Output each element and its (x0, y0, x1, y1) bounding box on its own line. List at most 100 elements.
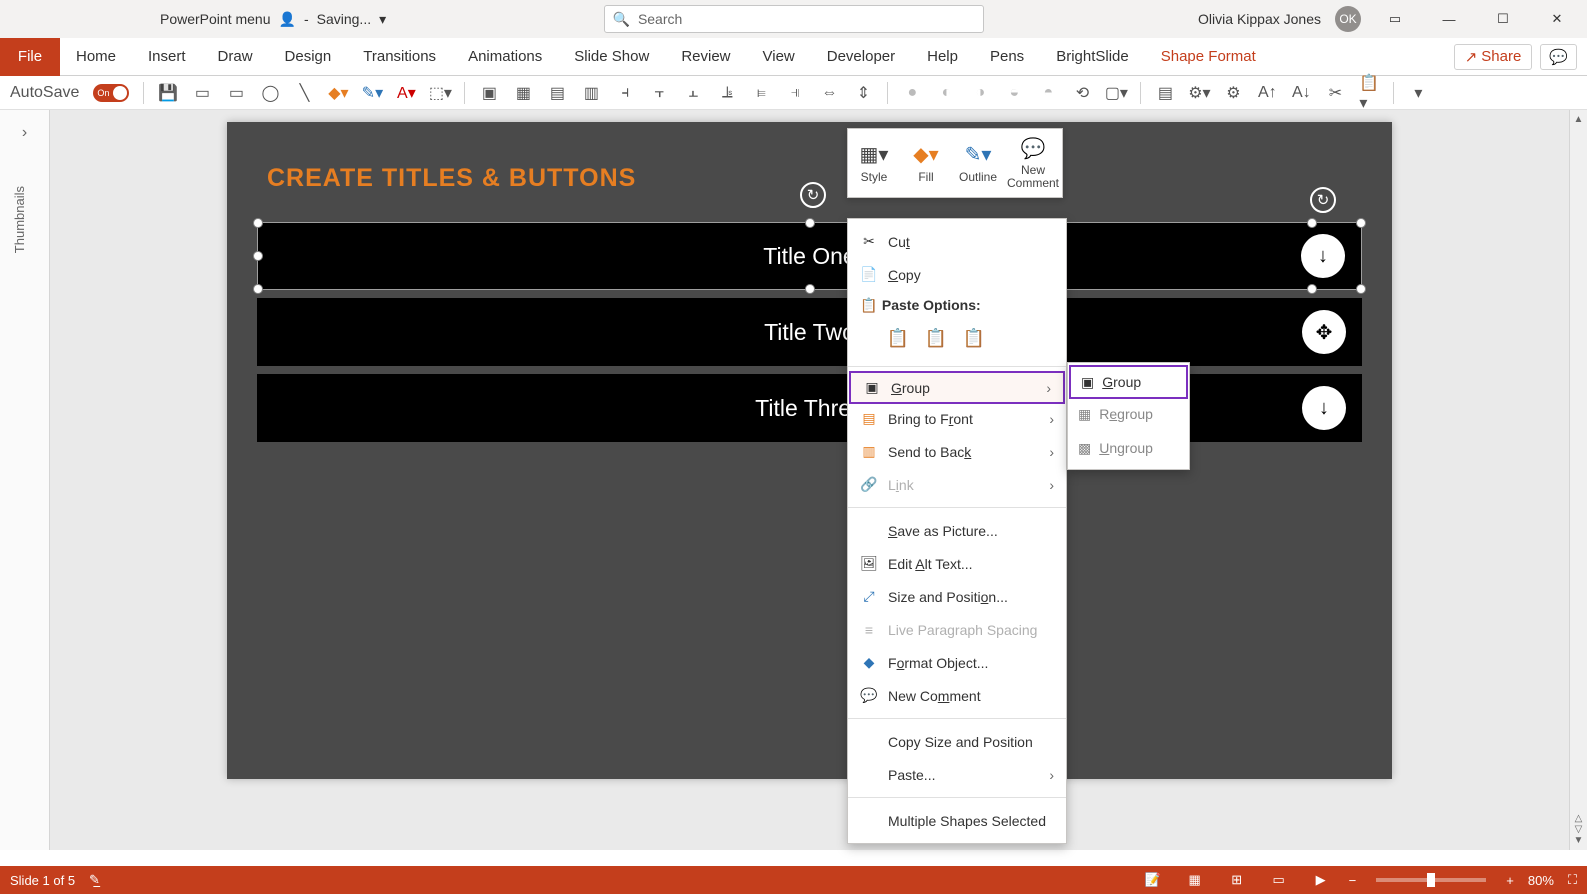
title-row-1[interactable]: Title One ↓ (257, 222, 1362, 290)
title-row-2[interactable]: Title Two ✥ (257, 298, 1362, 366)
cm-new-comment[interactable]: 💬New Comment (848, 679, 1066, 712)
customize-qat-icon[interactable]: ▾ (1408, 83, 1428, 103)
align-top-icon[interactable]: ⫡ (717, 83, 737, 103)
tab-draw[interactable]: Draw (202, 38, 269, 76)
cm-edit-alt-text[interactable]: 🖼Edit Alt Text... (848, 547, 1066, 580)
line-shape-icon[interactable]: ╲ (294, 83, 314, 103)
decrease-font-icon[interactable]: A↓ (1291, 83, 1311, 103)
mini-outline-button[interactable]: ✎▾Outline (952, 129, 1004, 197)
distribute-v-icon[interactable]: ⇕ (853, 83, 873, 103)
selection-handle[interactable] (253, 251, 263, 261)
user-avatar[interactable]: OK (1335, 6, 1361, 32)
title-row-3-button[interactable]: ↓ (1302, 386, 1346, 430)
title-row-3[interactable]: Title Three ↓ (257, 374, 1362, 442)
fit-to-window-icon[interactable]: ⛶ (1568, 872, 1577, 888)
mini-new-comment-button[interactable]: 💬New Comment (1004, 129, 1062, 197)
tab-review[interactable]: Review (665, 38, 746, 76)
slide[interactable]: CREATE TITLES & BUTTONS Title One ↓ ↻ ↻ … (227, 122, 1392, 779)
mini-fill-button[interactable]: ◆▾Fill (900, 129, 952, 197)
minimize-button[interactable]: — (1429, 4, 1469, 34)
align-center-icon[interactable]: ⫟ (649, 83, 669, 103)
tab-view[interactable]: View (747, 38, 811, 76)
ungroup-icon[interactable]: ▦ (513, 83, 533, 103)
notes-button[interactable]: 📝 (1139, 866, 1167, 894)
maximize-button[interactable]: ☐ (1483, 4, 1523, 34)
rect-shape-icon[interactable]: ▭ (226, 83, 246, 103)
gear-icon[interactable]: ⚙ (1223, 83, 1243, 103)
sm-ungroup[interactable]: ▩Ungroup (1068, 431, 1189, 465)
selection-handle[interactable] (1307, 284, 1317, 294)
paste-dest-theme-icon[interactable]: 📋 (884, 324, 912, 352)
slideshow-view-icon[interactable]: ▶ (1307, 866, 1335, 894)
vertical-scrollbar[interactable]: ▲ △ ▽ ▼ (1569, 110, 1587, 850)
mini-style-button[interactable]: ▦▾Style (848, 129, 900, 197)
zoom-level[interactable]: 80% (1528, 873, 1554, 888)
selection-handle[interactable] (805, 218, 815, 228)
scroll-down-icon[interactable]: ▼ (1574, 835, 1584, 846)
textbox-icon[interactable]: ▭ (192, 83, 212, 103)
cm-size-position[interactable]: ⤢Size and Position... (848, 580, 1066, 613)
slide-counter[interactable]: Slide 1 of 5 (10, 873, 75, 888)
rotation-handle[interactable]: ↻ (1310, 187, 1336, 213)
align-bottom-icon[interactable]: ⫣ (785, 83, 805, 103)
cm-multiple-selected[interactable]: Multiple Shapes Selected (848, 804, 1066, 837)
increase-font-icon[interactable]: A↑ (1257, 83, 1277, 103)
send-backward-icon[interactable]: ▥ (581, 83, 601, 103)
title-row-2-button[interactable]: ✥ (1302, 310, 1346, 354)
scroll-next-icon[interactable]: ▽ (1575, 824, 1583, 835)
change-shape-icon[interactable]: ▢▾ (1106, 83, 1126, 103)
cm-copy[interactable]: 📄Copy (848, 258, 1066, 291)
shape-fill-icon[interactable]: ◆▾ (328, 83, 348, 103)
tab-design[interactable]: Design (269, 38, 348, 76)
tab-home[interactable]: Home (60, 38, 132, 76)
cm-paste-sub[interactable]: Paste...› (848, 758, 1066, 791)
paste-picture-icon[interactable]: 📋 (960, 324, 988, 352)
font-color-icon[interactable]: A▾ (396, 83, 416, 103)
selection-handle[interactable] (253, 284, 263, 294)
paste-options-icon[interactable]: 📋▾ (1359, 83, 1379, 103)
shape-outline-icon[interactable]: ✎▾ (362, 83, 382, 103)
user-name[interactable]: Olivia Kippax Jones (1198, 11, 1321, 27)
title-row-1-button[interactable]: ↓ (1301, 234, 1345, 278)
group-icon[interactable]: ▣ (479, 83, 499, 103)
zoom-out-button[interactable]: − (1349, 873, 1357, 888)
cm-format-object[interactable]: ◆Format Object... (848, 646, 1066, 679)
paste-keep-source-icon[interactable]: 📋 (922, 324, 950, 352)
share-button[interactable]: ↗Share (1454, 44, 1533, 70)
cm-bring-to-front[interactable]: ▤Bring to Front› (848, 402, 1066, 435)
tab-developer[interactable]: Developer (811, 38, 911, 76)
spell-check-icon[interactable]: ✎̲ (89, 872, 100, 888)
tab-help[interactable]: Help (911, 38, 974, 76)
merge-union-icon[interactable]: ● (902, 83, 922, 103)
textbox-shape-icon[interactable]: ⬚▾ (430, 83, 450, 103)
tab-shape-format[interactable]: Shape Format (1145, 38, 1272, 76)
zoom-slider[interactable] (1376, 878, 1486, 882)
scroll-prev-icon[interactable]: △ (1575, 813, 1583, 824)
cm-cut[interactable]: ✂Cut (848, 225, 1066, 258)
rotation-handle[interactable]: ↻ (800, 182, 826, 208)
settings-icon[interactable]: ⚙▾ (1189, 83, 1209, 103)
selection-handle[interactable] (1356, 218, 1366, 228)
merge-fragment-icon[interactable]: ◑ (970, 83, 990, 103)
tab-animations[interactable]: Animations (452, 38, 558, 76)
selection-handle[interactable] (1356, 284, 1366, 294)
align-middle-icon[interactable]: ⫢ (751, 83, 771, 103)
align-left-icon[interactable]: ⫞ (615, 83, 635, 103)
distribute-h-icon[interactable]: ⇔ (819, 83, 839, 103)
align-right-icon[interactable]: ⫠ (683, 83, 703, 103)
sm-group[interactable]: ▣Group (1069, 365, 1188, 399)
autosave-toggle[interactable]: On (93, 84, 129, 102)
zoom-in-button[interactable]: + (1506, 873, 1514, 888)
bring-forward-icon[interactable]: ▤ (547, 83, 567, 103)
oval-shape-icon[interactable]: ◯ (260, 83, 280, 103)
normal-view-icon[interactable]: ▦ (1181, 866, 1209, 894)
selection-handle[interactable] (1307, 218, 1317, 228)
merge-combine-icon[interactable]: ◐ (936, 83, 956, 103)
save-icon[interactable]: 💾 (158, 83, 178, 103)
tab-file[interactable]: File (0, 38, 60, 76)
tab-transitions[interactable]: Transitions (347, 38, 452, 76)
tab-pens[interactable]: Pens (974, 38, 1040, 76)
tab-insert[interactable]: Insert (132, 38, 202, 76)
sorter-view-icon[interactable]: ⊞ (1223, 866, 1251, 894)
search-box[interactable]: 🔍 Search (604, 5, 984, 33)
